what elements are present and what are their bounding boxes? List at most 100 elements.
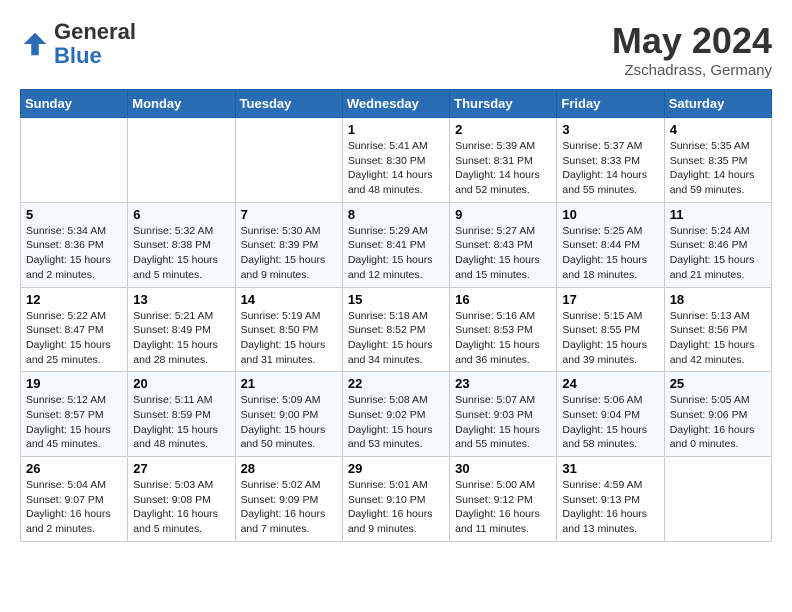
day-info: Sunrise: 5:19 AM Sunset: 8:50 PM Dayligh… xyxy=(241,309,337,368)
day-info: Sunrise: 5:04 AM Sunset: 9:07 PM Dayligh… xyxy=(26,478,122,537)
day-number: 9 xyxy=(455,207,551,222)
day-header-thursday: Thursday xyxy=(450,90,557,118)
day-header-saturday: Saturday xyxy=(664,90,771,118)
day-number: 20 xyxy=(133,376,229,391)
calendar-cell: 6 Sunrise: 5:32 AM Sunset: 8:38 PM Daylig… xyxy=(128,202,235,287)
day-number: 10 xyxy=(562,207,658,222)
day-number: 18 xyxy=(670,292,766,307)
day-number: 12 xyxy=(26,292,122,307)
day-number: 19 xyxy=(26,376,122,391)
calendar-week-row: 12 Sunrise: 5:22 AM Sunset: 8:47 PM Dayli… xyxy=(21,287,772,372)
calendar-table: SundayMondayTuesdayWednesdayThursdayFrid… xyxy=(20,89,772,542)
day-header-wednesday: Wednesday xyxy=(342,90,449,118)
day-info: Sunrise: 5:02 AM Sunset: 9:09 PM Dayligh… xyxy=(241,478,337,537)
day-info: Sunrise: 5:18 AM Sunset: 8:52 PM Dayligh… xyxy=(348,309,444,368)
day-number: 15 xyxy=(348,292,444,307)
calendar-cell: 8 Sunrise: 5:29 AM Sunset: 8:41 PM Daylig… xyxy=(342,202,449,287)
day-number: 6 xyxy=(133,207,229,222)
day-number: 28 xyxy=(241,461,337,476)
day-info: Sunrise: 5:06 AM Sunset: 9:04 PM Dayligh… xyxy=(562,393,658,452)
calendar-cell: 26 Sunrise: 5:04 AM Sunset: 9:07 PM Dayli… xyxy=(21,457,128,542)
day-info: Sunrise: 5:15 AM Sunset: 8:55 PM Dayligh… xyxy=(562,309,658,368)
day-info: Sunrise: 5:08 AM Sunset: 9:02 PM Dayligh… xyxy=(348,393,444,452)
day-info: Sunrise: 5:41 AM Sunset: 8:30 PM Dayligh… xyxy=(348,139,444,198)
day-number: 11 xyxy=(670,207,766,222)
calendar-cell: 14 Sunrise: 5:19 AM Sunset: 8:50 PM Dayli… xyxy=(235,287,342,372)
calendar-cell: 20 Sunrise: 5:11 AM Sunset: 8:59 PM Dayli… xyxy=(128,372,235,457)
day-info: Sunrise: 5:01 AM Sunset: 9:10 PM Dayligh… xyxy=(348,478,444,537)
calendar-cell: 11 Sunrise: 5:24 AM Sunset: 8:46 PM Dayli… xyxy=(664,202,771,287)
logo-text: General Blue xyxy=(54,20,136,68)
day-info: Sunrise: 5:24 AM Sunset: 8:46 PM Dayligh… xyxy=(670,224,766,283)
day-number: 27 xyxy=(133,461,229,476)
calendar-cell: 30Sunrise: 5:00 AM Sunset: 9:12 PM Dayli… xyxy=(450,457,557,542)
page-header: General Blue May 2024 Zschadrass, German… xyxy=(20,20,772,79)
calendar-cell: 9Sunrise: 5:27 AM Sunset: 8:43 PM Daylig… xyxy=(450,202,557,287)
location: Zschadrass, Germany xyxy=(612,62,772,79)
day-info: Sunrise: 5:21 AM Sunset: 8:49 PM Dayligh… xyxy=(133,309,229,368)
calendar-cell: 16 Sunrise: 5:16 AM Sunset: 8:53 PM Dayli… xyxy=(450,287,557,372)
logo-icon xyxy=(20,29,50,59)
calendar-cell: 24 Sunrise: 5:06 AM Sunset: 9:04 PM Dayli… xyxy=(557,372,664,457)
day-number: 7 xyxy=(241,207,337,222)
day-number: 30 xyxy=(455,461,551,476)
calendar-cell: 15 Sunrise: 5:18 AM Sunset: 8:52 PM Dayli… xyxy=(342,287,449,372)
day-header-tuesday: Tuesday xyxy=(235,90,342,118)
day-number: 26 xyxy=(26,461,122,476)
day-number: 3 xyxy=(562,122,658,137)
month-title: May 2024 xyxy=(612,20,772,62)
day-info: Sunrise: 5:11 AM Sunset: 8:59 PM Dayligh… xyxy=(133,393,229,452)
day-number: 13 xyxy=(133,292,229,307)
day-info: Sunrise: 5:30 AM Sunset: 8:39 PM Dayligh… xyxy=(241,224,337,283)
day-number: 31 xyxy=(562,461,658,476)
calendar-cell: 18 Sunrise: 5:13 AM Sunset: 8:56 PM Dayli… xyxy=(664,287,771,372)
day-info: Sunrise: 5:16 AM Sunset: 8:53 PM Dayligh… xyxy=(455,309,551,368)
calendar-week-row: 5Sunrise: 5:34 AM Sunset: 8:36 PM Daylig… xyxy=(21,202,772,287)
day-number: 29 xyxy=(348,461,444,476)
day-number: 17 xyxy=(562,292,658,307)
day-number: 8 xyxy=(348,207,444,222)
day-number: 16 xyxy=(455,292,551,307)
day-header-monday: Monday xyxy=(128,90,235,118)
day-info: Sunrise: 5:35 AM Sunset: 8:35 PM Dayligh… xyxy=(670,139,766,198)
calendar-cell xyxy=(21,118,128,203)
calendar-cell: 25Sunrise: 5:05 AM Sunset: 9:06 PM Dayli… xyxy=(664,372,771,457)
day-info: Sunrise: 5:07 AM Sunset: 9:03 PM Dayligh… xyxy=(455,393,551,452)
day-number: 4 xyxy=(670,122,766,137)
calendar-cell: 2 Sunrise: 5:39 AM Sunset: 8:31 PM Daylig… xyxy=(450,118,557,203)
calendar-cell: 10 Sunrise: 5:25 AM Sunset: 8:44 PM Dayli… xyxy=(557,202,664,287)
calendar-cell: 17 Sunrise: 5:15 AM Sunset: 8:55 PM Dayli… xyxy=(557,287,664,372)
day-info: Sunrise: 5:13 AM Sunset: 8:56 PM Dayligh… xyxy=(670,309,766,368)
calendar-header-row: SundayMondayTuesdayWednesdayThursdayFrid… xyxy=(21,90,772,118)
day-info: Sunrise: 5:25 AM Sunset: 8:44 PM Dayligh… xyxy=(562,224,658,283)
day-info: Sunrise: 5:22 AM Sunset: 8:47 PM Dayligh… xyxy=(26,309,122,368)
calendar-cell: 3 Sunrise: 5:37 AM Sunset: 8:33 PM Daylig… xyxy=(557,118,664,203)
day-info: Sunrise: 5:29 AM Sunset: 8:41 PM Dayligh… xyxy=(348,224,444,283)
day-header-sunday: Sunday xyxy=(21,90,128,118)
logo: General Blue xyxy=(20,20,136,68)
calendar-cell: 28 Sunrise: 5:02 AM Sunset: 9:09 PM Dayli… xyxy=(235,457,342,542)
calendar-week-row: 1Sunrise: 5:41 AM Sunset: 8:30 PM Daylig… xyxy=(21,118,772,203)
day-number: 14 xyxy=(241,292,337,307)
day-info: Sunrise: 5:03 AM Sunset: 9:08 PM Dayligh… xyxy=(133,478,229,537)
day-info: Sunrise: 5:09 AM Sunset: 9:00 PM Dayligh… xyxy=(241,393,337,452)
title-block: May 2024 Zschadrass, Germany xyxy=(612,20,772,79)
calendar-cell: 19 Sunrise: 5:12 AM Sunset: 8:57 PM Dayli… xyxy=(21,372,128,457)
calendar-cell xyxy=(128,118,235,203)
day-number: 24 xyxy=(562,376,658,391)
calendar-cell: 4 Sunrise: 5:35 AM Sunset: 8:35 PM Daylig… xyxy=(664,118,771,203)
calendar-cell: 31 Sunrise: 4:59 AM Sunset: 9:13 PM Dayli… xyxy=(557,457,664,542)
day-info: Sunrise: 5:12 AM Sunset: 8:57 PM Dayligh… xyxy=(26,393,122,452)
day-number: 21 xyxy=(241,376,337,391)
calendar-cell: 23Sunrise: 5:07 AM Sunset: 9:03 PM Dayli… xyxy=(450,372,557,457)
calendar-cell: 13 Sunrise: 5:21 AM Sunset: 8:49 PM Dayli… xyxy=(128,287,235,372)
day-info: Sunrise: 5:37 AM Sunset: 8:33 PM Dayligh… xyxy=(562,139,658,198)
day-info: Sunrise: 5:39 AM Sunset: 8:31 PM Dayligh… xyxy=(455,139,551,198)
day-info: Sunrise: 5:05 AM Sunset: 9:06 PM Dayligh… xyxy=(670,393,766,452)
day-number: 5 xyxy=(26,207,122,222)
calendar-cell: 5Sunrise: 5:34 AM Sunset: 8:36 PM Daylig… xyxy=(21,202,128,287)
day-header-friday: Friday xyxy=(557,90,664,118)
day-number: 2 xyxy=(455,122,551,137)
day-info: Sunrise: 5:32 AM Sunset: 8:38 PM Dayligh… xyxy=(133,224,229,283)
day-info: Sunrise: 4:59 AM Sunset: 9:13 PM Dayligh… xyxy=(562,478,658,537)
